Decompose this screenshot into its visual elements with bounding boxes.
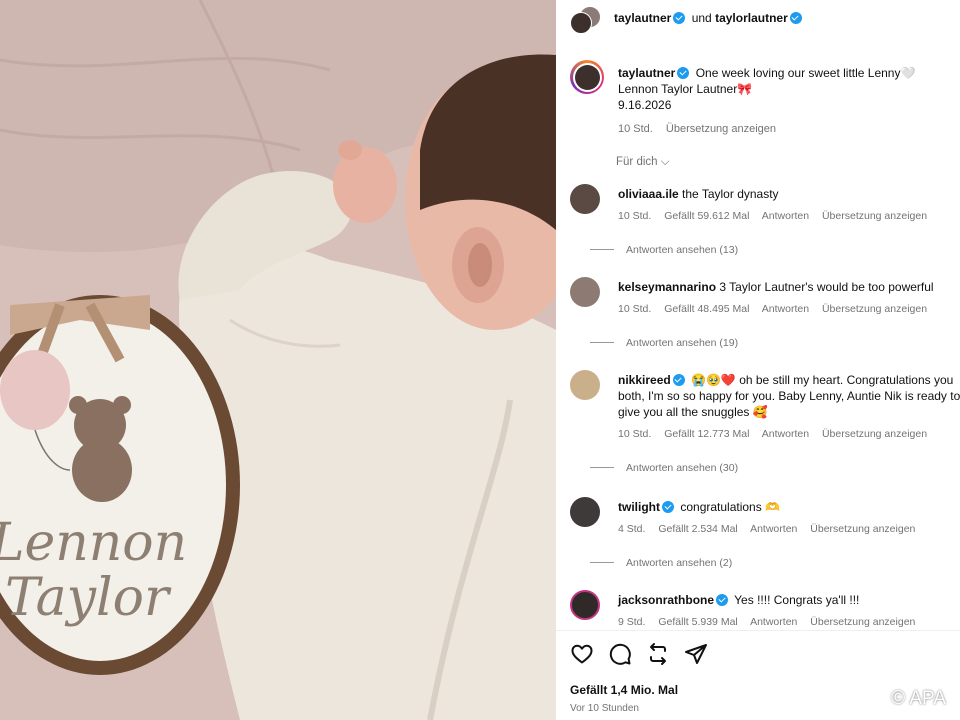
comment-username[interactable]: nikkireed bbox=[618, 373, 671, 387]
post-action-bar bbox=[570, 642, 708, 666]
comment-time: 10 Std. bbox=[618, 210, 652, 222]
caption-time: 10 Std. bbox=[618, 123, 653, 135]
comment-text: 3 Taylor Lautner's would be too powerful bbox=[719, 280, 934, 294]
send-icon[interactable] bbox=[684, 642, 708, 666]
caption-text: taylautner One week loving our sweet lit… bbox=[618, 65, 958, 137]
comment-icon[interactable] bbox=[608, 642, 632, 666]
comment-likes[interactable]: Gefällt 2.534 Mal bbox=[658, 523, 737, 535]
coauthor-username[interactable]: taylorlautner bbox=[715, 11, 788, 25]
comment-translate-link[interactable]: Übersetzung anzeigen bbox=[810, 616, 915, 628]
comment-text: the Taylor dynasty bbox=[682, 187, 779, 201]
comment-time: 9 Std. bbox=[618, 616, 646, 628]
avatar bbox=[570, 12, 592, 34]
caption-line2: Lennon Taylor Lautner🎀 bbox=[618, 82, 753, 96]
comment-username[interactable]: kelseymannarino bbox=[618, 280, 716, 294]
verified-badge-icon bbox=[789, 12, 802, 24]
caption-line3: 9.16.2026 bbox=[618, 98, 672, 112]
comment-translate-link[interactable]: Übersetzung anzeigen bbox=[822, 210, 927, 222]
comment-sort-label: Für dich bbox=[616, 156, 658, 168]
verified-badge-icon bbox=[716, 594, 729, 606]
comment-reply-button[interactable]: Antworten bbox=[762, 428, 809, 440]
embroidery-name-line1: Lennon bbox=[0, 513, 187, 573]
comment-translate-link[interactable]: Übersetzung anzeigen bbox=[822, 303, 927, 315]
comment-likes[interactable]: Gefällt 59.612 Mal bbox=[664, 210, 749, 222]
coauthor-avatars[interactable] bbox=[570, 6, 601, 36]
post-side-panel: taylautner und taylorlautner taylautner … bbox=[556, 0, 960, 720]
view-replies-button[interactable]: Antworten ansehen (30) bbox=[590, 460, 960, 476]
comment-likes[interactable]: Gefällt 12.773 Mal bbox=[664, 428, 749, 440]
comment-reply-button[interactable]: Antworten bbox=[762, 210, 809, 222]
avatar[interactable] bbox=[570, 277, 600, 307]
view-replies-button[interactable]: Antworten ansehen (13) bbox=[590, 242, 960, 258]
verified-badge-icon bbox=[672, 374, 685, 386]
comment-time: 10 Std. bbox=[618, 428, 652, 440]
avatar[interactable] bbox=[570, 590, 600, 620]
comment-username[interactable]: oliviaaa.ile bbox=[618, 187, 679, 201]
post-timestamp: Vor 10 Stunden bbox=[570, 703, 639, 714]
caption-line1: One week loving our sweet little Lenny🤍 bbox=[695, 66, 916, 80]
view-replies-label: Antworten ansehen (19) bbox=[626, 337, 739, 349]
comment-likes[interactable]: Gefällt 5.939 Mal bbox=[658, 616, 737, 628]
verified-badge-icon bbox=[677, 67, 690, 79]
comment-likes[interactable]: Gefällt 48.495 Mal bbox=[664, 303, 749, 315]
comment-username[interactable]: twilight bbox=[618, 500, 660, 514]
comment-reply-button[interactable]: Antworten bbox=[762, 303, 809, 315]
share-icon[interactable] bbox=[646, 642, 670, 666]
comment-translate-link[interactable]: Übersetzung anzeigen bbox=[822, 428, 927, 440]
heart-icon[interactable] bbox=[570, 642, 594, 666]
view-replies-button[interactable]: Antworten ansehen (19) bbox=[590, 335, 960, 351]
comment-text: Yes !!!! Congrats ya'll !!! bbox=[734, 593, 860, 607]
divider bbox=[556, 630, 960, 631]
comment-translate-link[interactable]: Übersetzung anzeigen bbox=[810, 523, 915, 535]
view-replies-label: Antworten ansehen (30) bbox=[626, 462, 739, 474]
comment-username[interactable]: jacksonrathbone bbox=[618, 593, 714, 607]
comment-time: 4 Std. bbox=[618, 523, 646, 535]
author-username[interactable]: taylautner bbox=[614, 11, 671, 25]
avatar[interactable] bbox=[570, 184, 600, 214]
caption-translate-link[interactable]: Übersetzung anzeigen bbox=[666, 123, 776, 135]
comment-reply-button[interactable]: Antworten bbox=[750, 523, 797, 535]
comment-sort-dropdown[interactable]: Für dich ⌵ bbox=[616, 156, 669, 169]
comment-text: congratulations 🫶 bbox=[680, 500, 781, 514]
verified-badge-icon bbox=[662, 501, 674, 513]
avatar[interactable] bbox=[570, 370, 600, 400]
post-likes-count[interactable]: Gefällt 1,4 Mio. Mal bbox=[570, 683, 678, 697]
baby-photo-illustration: Lennon Taylor bbox=[0, 0, 556, 720]
avatar[interactable] bbox=[570, 497, 600, 527]
post-authors: taylautner und taylorlautner bbox=[614, 11, 805, 25]
view-replies-label: Antworten ansehen (13) bbox=[626, 244, 739, 256]
watermark: © APA bbox=[891, 688, 946, 709]
comment-reply-button[interactable]: Antworten bbox=[750, 616, 797, 628]
chevron-down-icon: ⌵ bbox=[660, 156, 670, 168]
comment-time: 10 Std. bbox=[618, 303, 652, 315]
view-replies-button[interactable]: Antworten ansehen (2) bbox=[590, 555, 960, 571]
caption-username[interactable]: taylautner bbox=[618, 66, 675, 80]
verified-badge-icon bbox=[673, 12, 686, 24]
post-header: taylautner und taylorlautner bbox=[556, 0, 960, 38]
embroidery-name-line2: Taylor bbox=[5, 568, 172, 628]
view-replies-label: Antworten ansehen (2) bbox=[626, 557, 733, 569]
author-avatar[interactable] bbox=[570, 60, 604, 94]
author-joiner: und bbox=[691, 11, 712, 25]
post-photo: Lennon Taylor bbox=[0, 0, 556, 720]
